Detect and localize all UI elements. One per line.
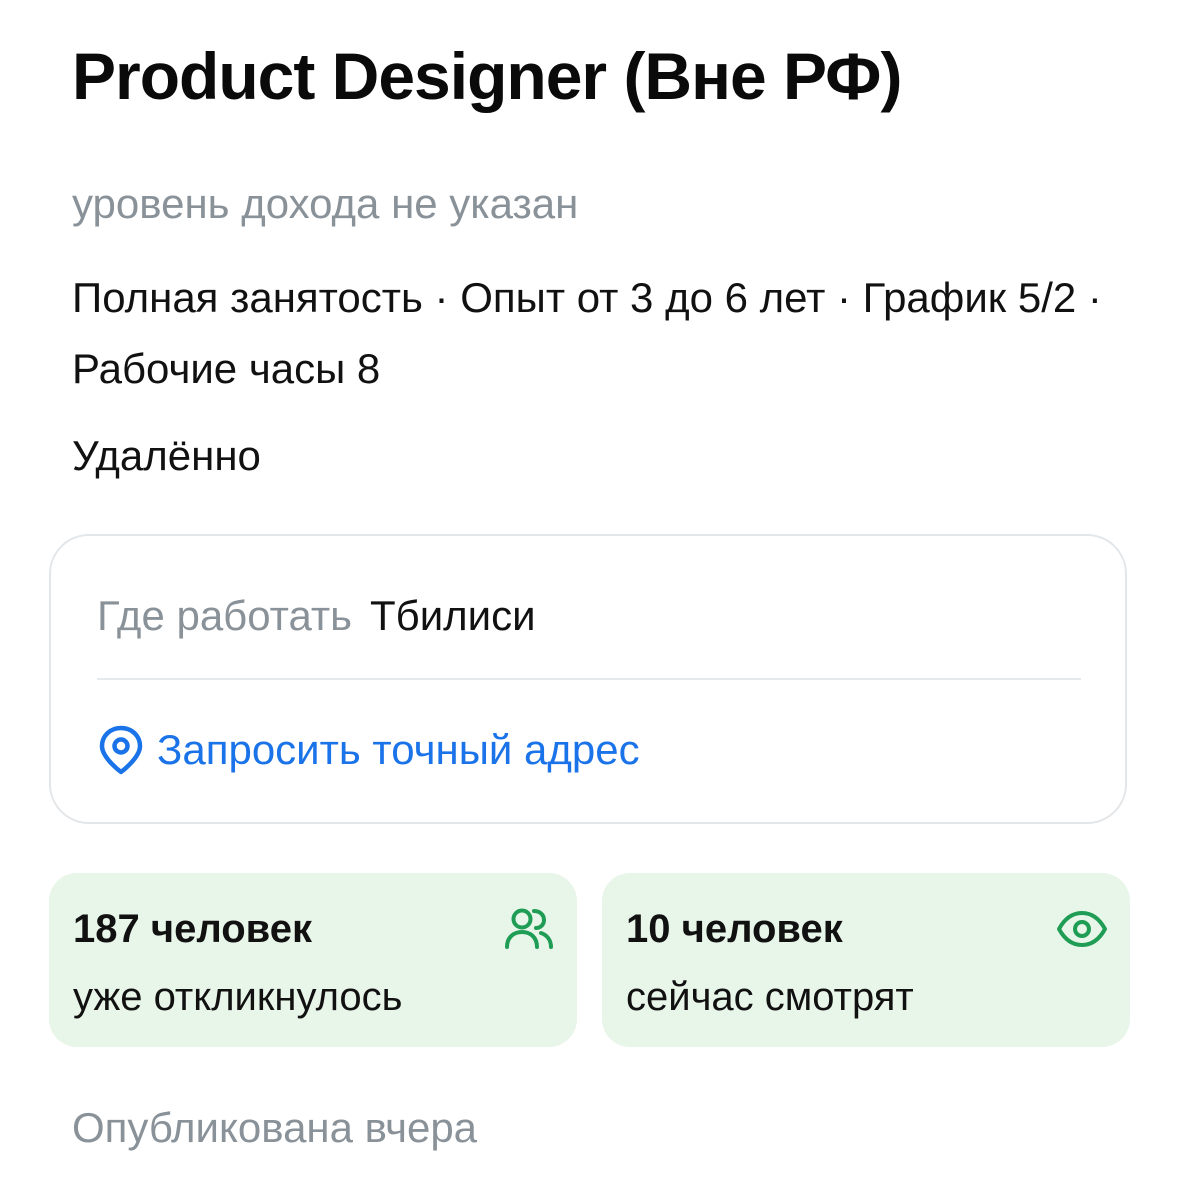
viewers-card: 10 человек сейчас смотрят <box>602 873 1130 1047</box>
location-label: Где работать <box>97 592 352 639</box>
employment-conditions: Полная занятость · Опыт от 3 до 6 лет · … <box>72 274 1102 392</box>
responses-description: уже откликнулось <box>73 975 403 1019</box>
eye-icon <box>1056 905 1108 953</box>
viewers-description: сейчас смотрят <box>626 975 914 1019</box>
responses-card: 187 человек уже откликнулось <box>49 873 577 1047</box>
location-city: Тбилиси <box>370 592 536 639</box>
viewers-count: 10 человек <box>626 907 843 951</box>
request-address-label: Запросить точный адрес <box>157 726 640 773</box>
salary-text: уровень дохода не указан <box>72 180 579 227</box>
request-address-link[interactable]: Запросить точный адрес <box>97 722 640 778</box>
vacancy-title: Product Designer (Вне РФ) <box>72 39 902 113</box>
location-divider <box>97 678 1081 680</box>
work-format: Удалённо <box>72 432 261 479</box>
location-row: Где работать Тбилиси <box>97 588 536 644</box>
responses-count: 187 человек <box>73 907 312 951</box>
location-card: Где работать Тбилиси Запросить точный адр… <box>49 534 1127 824</box>
published-date: Опубликована вчера <box>72 1104 478 1151</box>
location-pin-icon <box>97 724 145 776</box>
people-icon <box>503 905 555 953</box>
